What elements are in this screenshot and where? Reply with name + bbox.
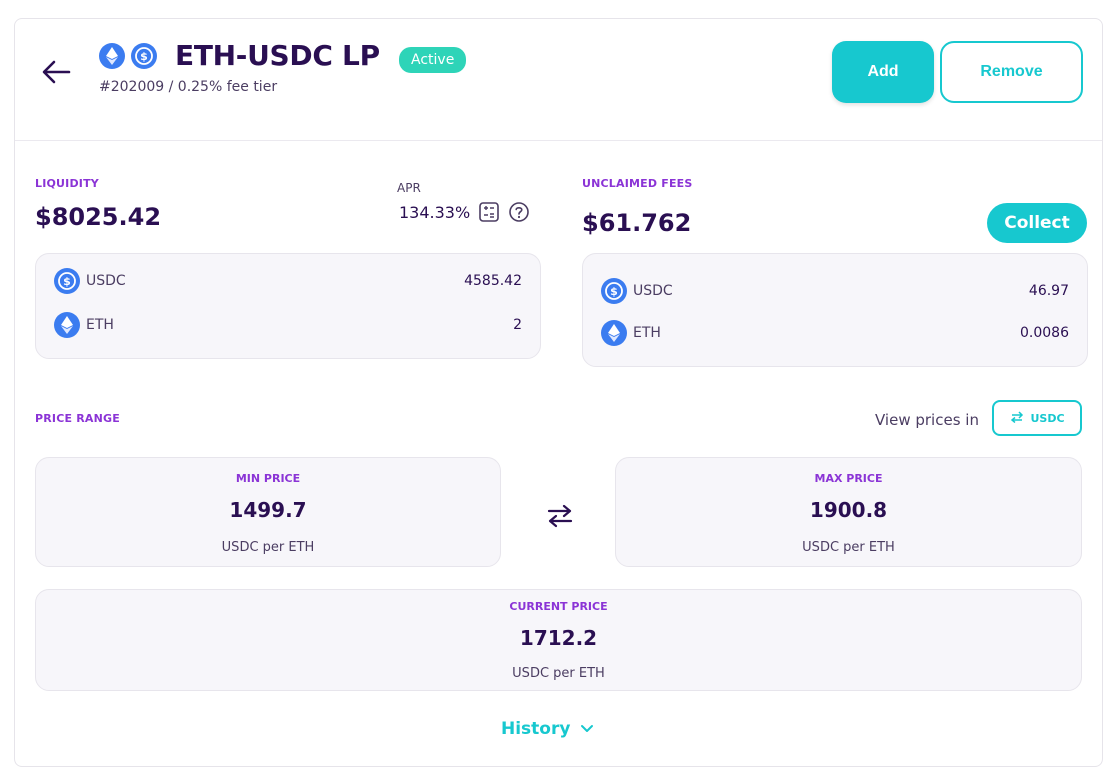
list-item: ETH 0.0086 xyxy=(601,320,1069,346)
usdc-icon: $ xyxy=(131,43,157,69)
help-icon[interactable] xyxy=(508,201,530,223)
token-name: USDC xyxy=(633,283,673,299)
list-item: ETH 2 xyxy=(54,312,522,338)
position-header: $ ETH-USDC LP #202009 / 0.25% fee tier A… xyxy=(15,19,1102,141)
pair-icons: $ xyxy=(99,43,157,69)
price-unit-toggle-button[interactable]: USDC xyxy=(992,400,1082,436)
remove-button[interactable]: Remove xyxy=(940,41,1083,103)
min-price-box: MIN PRICE 1499.7 USDC per ETH xyxy=(35,457,501,567)
usdc-icon: $ xyxy=(601,278,627,304)
usdc-icon: $ xyxy=(54,268,80,294)
current-price-label: CURRENT PRICE xyxy=(509,600,608,613)
svg-text:$: $ xyxy=(610,285,618,298)
list-item: $ USDC 46.97 xyxy=(601,278,1069,304)
current-price-unit: USDC per ETH xyxy=(512,666,605,681)
view-prices-label: View prices in xyxy=(875,411,979,429)
min-price-value: 1499.7 xyxy=(229,498,307,522)
history-toggle[interactable]: History xyxy=(501,719,594,739)
add-button[interactable]: Add xyxy=(832,41,934,103)
history-label: History xyxy=(501,719,571,739)
liquidity-tokens-box: $ USDC 4585.42 ETH 2 xyxy=(35,253,541,359)
price-unit-label: USDC xyxy=(1030,411,1065,425)
current-price-value: 1712.2 xyxy=(519,626,598,650)
swap-arrows-icon xyxy=(1009,410,1025,426)
max-price-label: MAX PRICE xyxy=(814,472,883,485)
status-badge: Active xyxy=(399,47,467,73)
current-price-box: CURRENT PRICE 1712.2 USDC per ETH xyxy=(35,589,1082,691)
min-price-unit: USDC per ETH xyxy=(221,540,315,555)
liquidity-value: $8025.42 xyxy=(35,203,162,231)
min-price-label: MIN PRICE xyxy=(235,472,301,485)
liquidity-label: LIQUIDITY xyxy=(35,177,99,190)
svg-text:$: $ xyxy=(140,50,148,63)
page-title: ETH-USDC LP xyxy=(175,39,380,72)
token-name: ETH xyxy=(86,317,114,333)
token-value: 46.97 xyxy=(1028,283,1069,299)
price-range-label: PRICE RANGE xyxy=(35,412,120,425)
token-name: ETH xyxy=(633,325,661,341)
swap-icon xyxy=(545,503,575,529)
apr-row: 134.33% xyxy=(399,201,530,223)
svg-text:$: $ xyxy=(63,275,71,288)
token-value: 0.0086 xyxy=(1020,325,1069,341)
eth-icon xyxy=(601,320,627,346)
max-price-value: 1900.8 xyxy=(809,498,888,522)
position-card: $ ETH-USDC LP #202009 / 0.25% fee tier A… xyxy=(14,18,1103,767)
token-value: 4585.42 xyxy=(464,273,522,289)
calculator-icon[interactable] xyxy=(478,201,500,223)
apr-value: 134.33% xyxy=(399,202,471,222)
collect-button[interactable]: Collect xyxy=(987,203,1087,243)
token-value: 2 xyxy=(513,317,522,333)
position-subtitle: #202009 / 0.25% fee tier xyxy=(99,79,278,95)
unclaimed-fees-value: $61.762 xyxy=(582,209,692,237)
token-name: USDC xyxy=(86,273,126,289)
apr-label: APR xyxy=(397,181,421,195)
unclaimed-fees-label: UNCLAIMED FEES xyxy=(582,177,693,190)
max-price-unit: USDC per ETH xyxy=(802,540,895,555)
chevron-down-icon xyxy=(580,719,594,739)
eth-icon xyxy=(99,43,125,69)
eth-icon xyxy=(54,312,80,338)
back-arrow-icon[interactable] xyxy=(39,57,73,87)
max-price-box: MAX PRICE 1900.8 USDC per ETH xyxy=(615,457,1082,567)
list-item: $ USDC 4585.42 xyxy=(54,268,522,294)
fees-tokens-box: $ USDC 46.97 ETH 0.0086 xyxy=(582,253,1088,367)
